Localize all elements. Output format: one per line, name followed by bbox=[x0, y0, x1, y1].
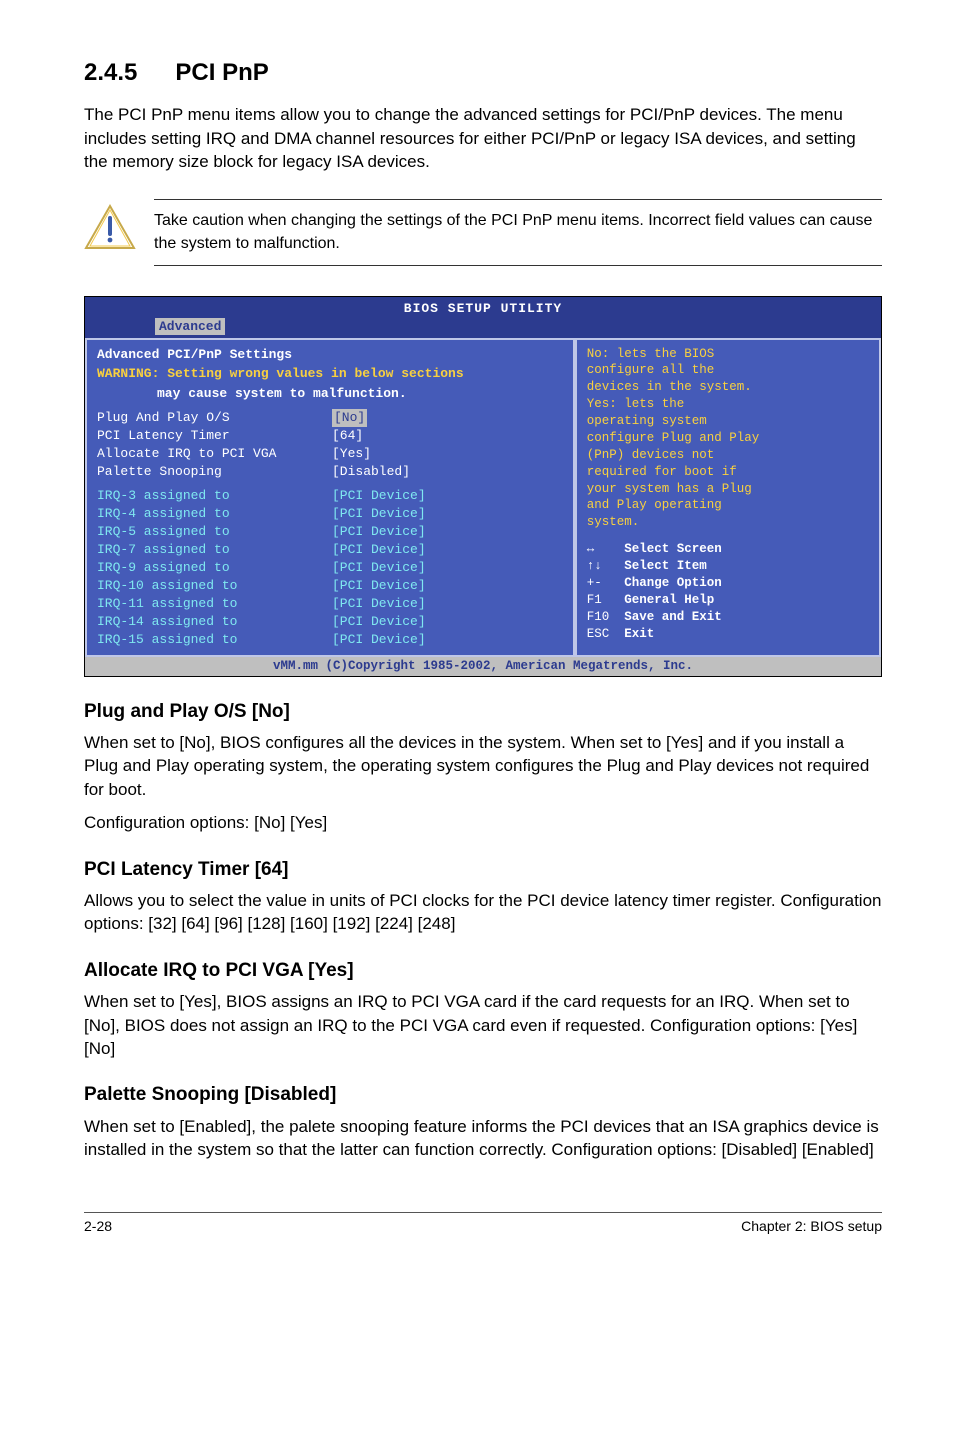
subsection-paragraph: When set to [Enabled], the palete snoopi… bbox=[84, 1115, 882, 1162]
bios-irq-row: IRQ-7 assigned to[PCI Device] bbox=[97, 541, 563, 559]
bios-key-desc: General Help bbox=[624, 593, 714, 607]
bios-key-desc: Select Screen bbox=[624, 542, 722, 556]
bios-irq-row: IRQ-3 assigned to[PCI Device] bbox=[97, 487, 563, 505]
bios-key: +- bbox=[587, 575, 617, 592]
subsection-paragraph: When set to [Yes], BIOS assigns an IRQ t… bbox=[84, 990, 882, 1060]
bios-help-line: Yes: lets the bbox=[587, 396, 869, 413]
bios-key: ESC bbox=[587, 626, 617, 643]
bios-copyright: vMM.mm (C)Copyright 1985-2002, American … bbox=[85, 657, 881, 676]
bios-irq-row: IRQ-9 assigned to[PCI Device] bbox=[97, 559, 563, 577]
bios-setting-label: PCI Latency Timer bbox=[97, 427, 332, 445]
caution-icon bbox=[84, 204, 136, 252]
bios-key-legend: ↔ Select Screen↑↓ Select Item+- Change O… bbox=[587, 541, 869, 642]
chapter-label: Chapter 2: BIOS setup bbox=[741, 1217, 882, 1236]
bios-irq-row: IRQ-14 assigned to[PCI Device] bbox=[97, 613, 563, 631]
subsection-heading: Palette Snooping [Disabled] bbox=[84, 1082, 882, 1108]
bios-key-desc: Change Option bbox=[624, 576, 722, 590]
bios-irq-label: IRQ-9 assigned to bbox=[97, 559, 332, 577]
bios-key-row: ESC Exit bbox=[587, 626, 869, 643]
bios-help-line: configure Plug and Play bbox=[587, 430, 869, 447]
bios-key-desc: Exit bbox=[624, 627, 654, 641]
bios-right-panel: No: lets the BIOSconfigure all thedevice… bbox=[575, 338, 881, 657]
bios-warning-line2: may cause system to malfunction. bbox=[157, 385, 563, 403]
bios-irq-value: [PCI Device] bbox=[332, 505, 426, 523]
bios-irq-label: IRQ-15 assigned to bbox=[97, 631, 332, 649]
bios-key: F10 bbox=[587, 609, 617, 626]
bios-key-row: F10 Save and Exit bbox=[587, 609, 869, 626]
bios-irq-label: IRQ-5 assigned to bbox=[97, 523, 332, 541]
bios-key-row: F1 General Help bbox=[587, 592, 869, 609]
bios-irq-row: IRQ-5 assigned to[PCI Device] bbox=[97, 523, 563, 541]
bios-help-line: system. bbox=[587, 514, 869, 531]
bios-irq-label: IRQ-11 assigned to bbox=[97, 595, 332, 613]
bios-setting-row: Allocate IRQ to PCI VGA[Yes] bbox=[97, 445, 563, 463]
bios-setting-row: Plug And Play O/S[No] bbox=[97, 409, 563, 427]
bios-irq-value: [PCI Device] bbox=[332, 595, 426, 613]
bios-help-line: devices in the system. bbox=[587, 379, 869, 396]
bios-setting-row: PCI Latency Timer[64] bbox=[97, 427, 563, 445]
bios-help-line: configure all the bbox=[587, 362, 869, 379]
bios-irq-value: [PCI Device] bbox=[332, 541, 426, 559]
bios-setting-value: [Yes] bbox=[332, 445, 371, 463]
bios-help-line: operating system bbox=[587, 413, 869, 430]
bios-irq-row: IRQ-4 assigned to[PCI Device] bbox=[97, 505, 563, 523]
bios-irq-label: IRQ-4 assigned to bbox=[97, 505, 332, 523]
bios-irq-value: [PCI Device] bbox=[332, 577, 426, 595]
bios-help-line: required for boot if bbox=[587, 464, 869, 481]
section-title: PCI PnP bbox=[175, 59, 268, 86]
bios-irq-label: IRQ-14 assigned to bbox=[97, 613, 332, 631]
bios-tab-advanced: Advanced bbox=[155, 318, 225, 335]
bios-key: ↔ bbox=[587, 541, 617, 558]
bios-irq-label: IRQ-3 assigned to bbox=[97, 487, 332, 505]
bios-setting-label: Allocate IRQ to PCI VGA bbox=[97, 445, 332, 463]
subsection-heading: PCI Latency Timer [64] bbox=[84, 857, 882, 883]
caution-note: Take caution when changing the settings … bbox=[154, 199, 882, 265]
section-heading: 2.4.5 PCI PnP bbox=[84, 56, 882, 89]
bios-setting-row: Palette Snooping[Disabled] bbox=[97, 463, 563, 481]
bios-key-desc: Select Item bbox=[624, 559, 707, 573]
bios-key-desc: Save and Exit bbox=[624, 610, 722, 624]
subsection-paragraph: Allows you to select the value in units … bbox=[84, 889, 882, 936]
section-number: 2.4.5 bbox=[84, 59, 137, 86]
bios-irq-value: [PCI Device] bbox=[332, 559, 426, 577]
bios-setting-value: [Disabled] bbox=[332, 463, 410, 481]
bios-help-line: and Play operating bbox=[587, 497, 869, 514]
bios-irq-row: IRQ-10 assigned to[PCI Device] bbox=[97, 577, 563, 595]
caution-text: Take caution when changing the settings … bbox=[154, 212, 872, 251]
bios-key: ↑↓ bbox=[587, 558, 617, 575]
bios-key-row: ↑↓ Select Item bbox=[587, 558, 869, 575]
subsection-heading: Allocate IRQ to PCI VGA [Yes] bbox=[84, 958, 882, 984]
bios-irq-row: IRQ-15 assigned to[PCI Device] bbox=[97, 631, 563, 649]
page-number: 2-28 bbox=[84, 1217, 112, 1236]
subsection-config-options: Configuration options: [No] [Yes] bbox=[84, 811, 882, 834]
bios-setting-label: Palette Snooping bbox=[97, 463, 332, 481]
bios-left-heading: Advanced PCI/PnP Settings bbox=[97, 346, 563, 364]
bios-help-line: No: lets the BIOS bbox=[587, 346, 869, 363]
subsection-paragraph: When set to [No], BIOS configures all th… bbox=[84, 731, 882, 801]
bios-irq-label: IRQ-7 assigned to bbox=[97, 541, 332, 559]
bios-irq-row: IRQ-11 assigned to[PCI Device] bbox=[97, 595, 563, 613]
bios-setting-value: [64] bbox=[332, 427, 363, 445]
bios-setting-value: [No] bbox=[332, 409, 367, 427]
bios-tab-row: Advanced bbox=[85, 318, 881, 338]
bios-setting-label: Plug And Play O/S bbox=[97, 409, 332, 427]
bios-warning-line1: WARNING: Setting wrong values in below s… bbox=[97, 365, 563, 383]
bios-irq-value: [PCI Device] bbox=[332, 487, 426, 505]
bios-title: BIOS SETUP UTILITY bbox=[85, 297, 881, 318]
bios-key: F1 bbox=[587, 592, 617, 609]
bios-left-panel: Advanced PCI/PnP Settings WARNING: Setti… bbox=[85, 338, 575, 657]
bios-irq-label: IRQ-10 assigned to bbox=[97, 577, 332, 595]
bios-key-row: +- Change Option bbox=[587, 575, 869, 592]
page-footer: 2-28 Chapter 2: BIOS setup bbox=[84, 1212, 882, 1236]
bios-irq-value: [PCI Device] bbox=[332, 613, 426, 631]
subsection-heading: Plug and Play O/S [No] bbox=[84, 699, 882, 725]
bios-key-row: ↔ Select Screen bbox=[587, 541, 869, 558]
intro-paragraph: The PCI PnP menu items allow you to chan… bbox=[84, 103, 882, 173]
bios-help-line: your system has a Plug bbox=[587, 481, 869, 498]
bios-help-line: (PnP) devices not bbox=[587, 447, 869, 464]
bios-irq-value: [PCI Device] bbox=[332, 631, 426, 649]
bios-screenshot: BIOS SETUP UTILITY Advanced Advanced PCI… bbox=[84, 296, 882, 677]
bios-irq-value: [PCI Device] bbox=[332, 523, 426, 541]
